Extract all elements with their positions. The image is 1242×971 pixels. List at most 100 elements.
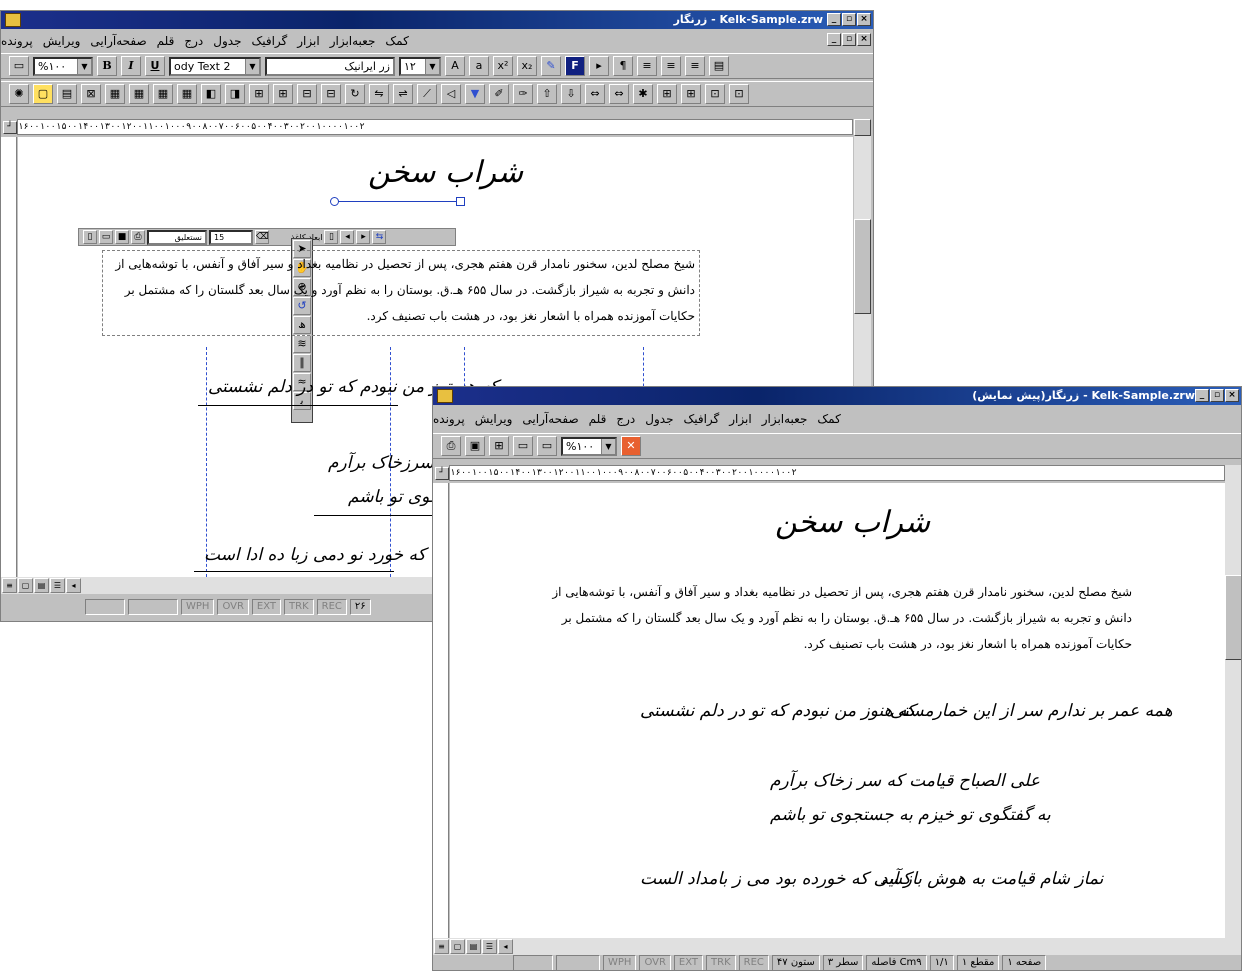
- menu-help[interactable]: کمک: [817, 412, 840, 426]
- page-view-button-icon[interactable]: ▢: [18, 578, 33, 593]
- size-icon[interactable]: ⊡: [705, 84, 725, 104]
- stroke-icon[interactable]: ≋: [293, 335, 311, 353]
- pen-size-select[interactable]: 15: [209, 229, 253, 245]
- vertical-ruler[interactable]: [433, 483, 449, 938]
- preview-horizontal-scrollbar[interactable]: ≡ ▢ ▤ ☰ ◂: [433, 938, 1241, 955]
- flip-icon[interactable]: ⇋: [369, 84, 389, 104]
- print-icon[interactable]: ⎙: [441, 436, 461, 456]
- font-select[interactable]: زر ایرانیک: [265, 56, 395, 76]
- save-icon[interactable]: ■: [115, 230, 129, 244]
- scroll-left-button[interactable]: ◂: [498, 939, 513, 954]
- ungroup-icon[interactable]: ◨: [225, 84, 245, 104]
- tab-stop-button[interactable]: ┘: [3, 121, 17, 134]
- zoom-select[interactable]: %۱۰۰ ▼: [33, 56, 93, 76]
- trash-icon[interactable]: ⌫: [255, 230, 269, 244]
- editor-titlebar[interactable]: Kelk-Sample.zrw - زرنگار _ ▫ ×: [1, 11, 873, 29]
- mirror-icon[interactable]: ⇌: [393, 84, 413, 104]
- highlight-icon[interactable]: ✎: [541, 56, 561, 76]
- menu-insert[interactable]: درج: [616, 412, 635, 426]
- style-select[interactable]: ody Text 2 ▼: [169, 56, 261, 76]
- doc-close-button[interactable]: ×: [857, 33, 871, 46]
- italic-icon[interactable]: I: [121, 56, 141, 76]
- font-color-icon[interactable]: F: [565, 56, 585, 76]
- menu-table[interactable]: جدول: [645, 412, 673, 426]
- font-size-select[interactable]: ۱۲ ▼: [399, 56, 441, 76]
- open-icon[interactable]: ▭: [99, 230, 113, 244]
- frame-icon[interactable]: ▢: [33, 84, 53, 104]
- close-button[interactable]: ×: [1225, 389, 1239, 402]
- color-icon[interactable]: ✺: [9, 84, 29, 104]
- menu-file[interactable]: پرونده: [433, 412, 465, 426]
- multi-page-icon[interactable]: ⊞: [489, 436, 509, 456]
- preview-titlebar[interactable]: Kelk-Sample.zrw - زرنگار(پیش نمایش) _ ▫ …: [433, 387, 1241, 405]
- menu-layout[interactable]: صفحه‌آرایی: [522, 412, 578, 426]
- scroll-thumb[interactable]: [1225, 575, 1241, 660]
- menu-graphics[interactable]: گرافیک: [684, 412, 720, 426]
- scroll-up-button[interactable]: [854, 119, 871, 136]
- subscript-icon[interactable]: x₂: [517, 56, 537, 76]
- menu-file[interactable]: پرونده: [1, 34, 33, 48]
- pen-font-select[interactable]: نستعلیق: [147, 229, 207, 245]
- menu-pen[interactable]: قلم: [157, 34, 175, 48]
- selection-handle[interactable]: [330, 197, 339, 206]
- justify-icon[interactable]: ▤: [709, 56, 729, 76]
- rotate-icon[interactable]: ↻: [345, 84, 365, 104]
- preview-page[interactable]: شراب سخن شیخ مصلح لدین، سخنور نامدار قرن…: [450, 483, 1225, 938]
- align-objects-icon[interactable]: ⊞: [681, 84, 701, 104]
- underline-icon[interactable]: U: [145, 56, 165, 76]
- arrow-down-icon[interactable]: ⇩: [561, 84, 581, 104]
- shrink-font-icon[interactable]: a: [469, 56, 489, 76]
- menu-edit[interactable]: ویرایش: [475, 412, 513, 426]
- preview-vertical-scrollbar[interactable]: [1225, 465, 1241, 938]
- normal-view-icon[interactable]: ≡: [434, 939, 449, 954]
- slash-icon[interactable]: ∥: [293, 354, 311, 372]
- prev-icon[interactable]: ◂: [340, 230, 355, 244]
- page-icon[interactable]: ▯: [324, 230, 339, 244]
- next-icon[interactable]: ▸: [356, 230, 371, 244]
- maximize-button[interactable]: ▫: [842, 13, 856, 26]
- page-view-icon[interactable]: ▭: [9, 56, 29, 76]
- selection-handle[interactable]: [456, 197, 465, 206]
- vertical-ruler[interactable]: [1, 137, 17, 577]
- bold-icon[interactable]: B: [97, 56, 117, 76]
- align-right-icon[interactable]: ≡: [637, 56, 657, 76]
- horizontal-ruler[interactable]: ۱۶۰۰۱۰۰۱۵۰۰۱۴۰۰۱۳۰۰۱۲۰۰۱۱۰۰۱۰۰۰۹۰۰۸۰۰۷۰۰…: [449, 465, 1225, 481]
- layer-back-icon[interactable]: ▦: [129, 84, 149, 104]
- triangle-icon[interactable]: ◁: [441, 84, 461, 104]
- menu-pen[interactable]: قلم: [589, 412, 607, 426]
- brush-icon[interactable]: ✐: [489, 84, 509, 104]
- outline-view-icon[interactable]: ☰: [50, 578, 65, 593]
- paint-icon[interactable]: ✑: [513, 84, 533, 104]
- paragraph-frame[interactable]: شیخ مصلح لدین، سخنور نامدار قرن هفتم هجر…: [102, 250, 700, 336]
- align-left-icon[interactable]: ≡: [685, 56, 705, 76]
- scroll-left-button[interactable]: ◂: [66, 578, 81, 593]
- menu-layout[interactable]: صفحه‌آرایی: [90, 34, 146, 48]
- maximize-button[interactable]: ▫: [1210, 389, 1224, 402]
- direction-icon[interactable]: ⇆: [372, 230, 387, 244]
- skew-icon[interactable]: ⟋: [417, 84, 437, 104]
- superscript-icon[interactable]: x²: [493, 56, 513, 76]
- textbox-icon[interactable]: ▤: [57, 84, 77, 104]
- rtl-icon[interactable]: ¶: [613, 56, 633, 76]
- grid-icon[interactable]: ⊞: [249, 84, 269, 104]
- menu-graphics[interactable]: گرافیک: [252, 34, 288, 48]
- minimize-button[interactable]: _: [827, 13, 841, 26]
- scroll-thumb[interactable]: [854, 219, 871, 314]
- menu-tools[interactable]: ابزار: [297, 34, 319, 48]
- verse-line[interactable]: کسی که خورد نو دمی زبا ده ادا است: [204, 545, 469, 565]
- grow-font-icon[interactable]: A: [445, 56, 465, 76]
- outline-view-icon[interactable]: ☰: [482, 939, 497, 954]
- arrow-up-icon[interactable]: ⇧: [537, 84, 557, 104]
- menu-tools[interactable]: ابزار: [729, 412, 751, 426]
- picture-icon[interactable]: ⊠: [81, 84, 101, 104]
- layer-backward-icon[interactable]: ▦: [177, 84, 197, 104]
- menu-toolbox[interactable]: جعبه‌ابزار: [330, 34, 376, 48]
- distribute-icon[interactable]: ⊞: [657, 84, 677, 104]
- table-icon[interactable]: ⊞: [273, 84, 293, 104]
- layer-forward-icon[interactable]: ▦: [153, 84, 173, 104]
- menu-insert[interactable]: درج: [184, 34, 203, 48]
- page-view-icon[interactable]: ▭: [537, 436, 557, 456]
- arrow-lr-icon[interactable]: ⇔: [585, 84, 605, 104]
- close-preview-icon[interactable]: ✕: [621, 436, 641, 456]
- align-center-icon[interactable]: ≡: [661, 56, 681, 76]
